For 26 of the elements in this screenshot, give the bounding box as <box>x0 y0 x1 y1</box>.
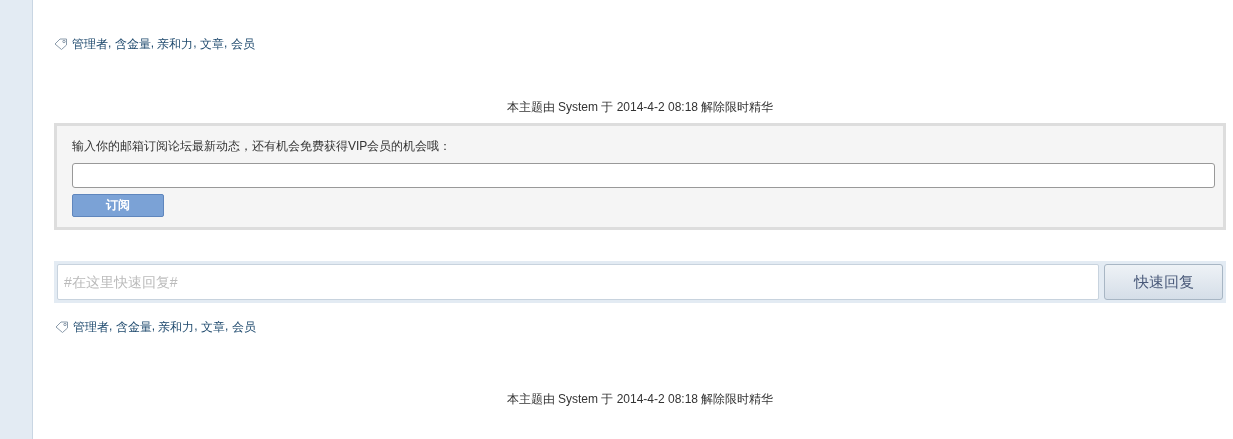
tag-separator: , <box>193 35 198 52</box>
tag-separator: , <box>224 35 229 52</box>
quick-reply-button[interactable]: 快速回复 <box>1104 264 1223 300</box>
tag-link[interactable]: 文章 <box>200 35 224 53</box>
tag-link[interactable]: 管理者 <box>73 318 109 336</box>
tag-link[interactable]: 含金量 <box>114 35 151 53</box>
tag-icon <box>54 38 68 50</box>
tag-separator: , <box>108 35 113 52</box>
email-field[interactable] <box>72 163 1215 188</box>
tag-separator: , <box>109 318 114 335</box>
tag-link[interactable]: 会员 <box>231 318 256 336</box>
subscribe-prompt: 输入你的邮箱订阅论坛最新动态，还有机会免费获得VIP会员的机会哦： <box>72 138 453 155</box>
tag-icon <box>55 321 69 333</box>
tag-link[interactable]: 含金量 <box>115 318 152 336</box>
notice-text: 本主题由 System 于 2014-4-2 08:18 解除限时精华 <box>505 99 775 115</box>
tag-link[interactable]: 会员 <box>230 35 255 53</box>
tag-link[interactable]: 亲和力 <box>157 35 194 53</box>
tag-separator: , <box>150 35 155 52</box>
tag-separator: , <box>151 318 156 335</box>
notice-text: 本主题由 System 于 2014-4-2 08:18 解除限时精华 <box>505 391 775 407</box>
tag-link[interactable]: 管理者 <box>72 35 108 53</box>
tag-separator: , <box>194 318 199 335</box>
reply-field[interactable]: #在这里快速回复# <box>57 264 1099 300</box>
tag-link[interactable]: 亲和力 <box>158 318 195 336</box>
tag-separator: , <box>225 318 230 335</box>
tag-link[interactable]: 文章 <box>201 318 225 336</box>
